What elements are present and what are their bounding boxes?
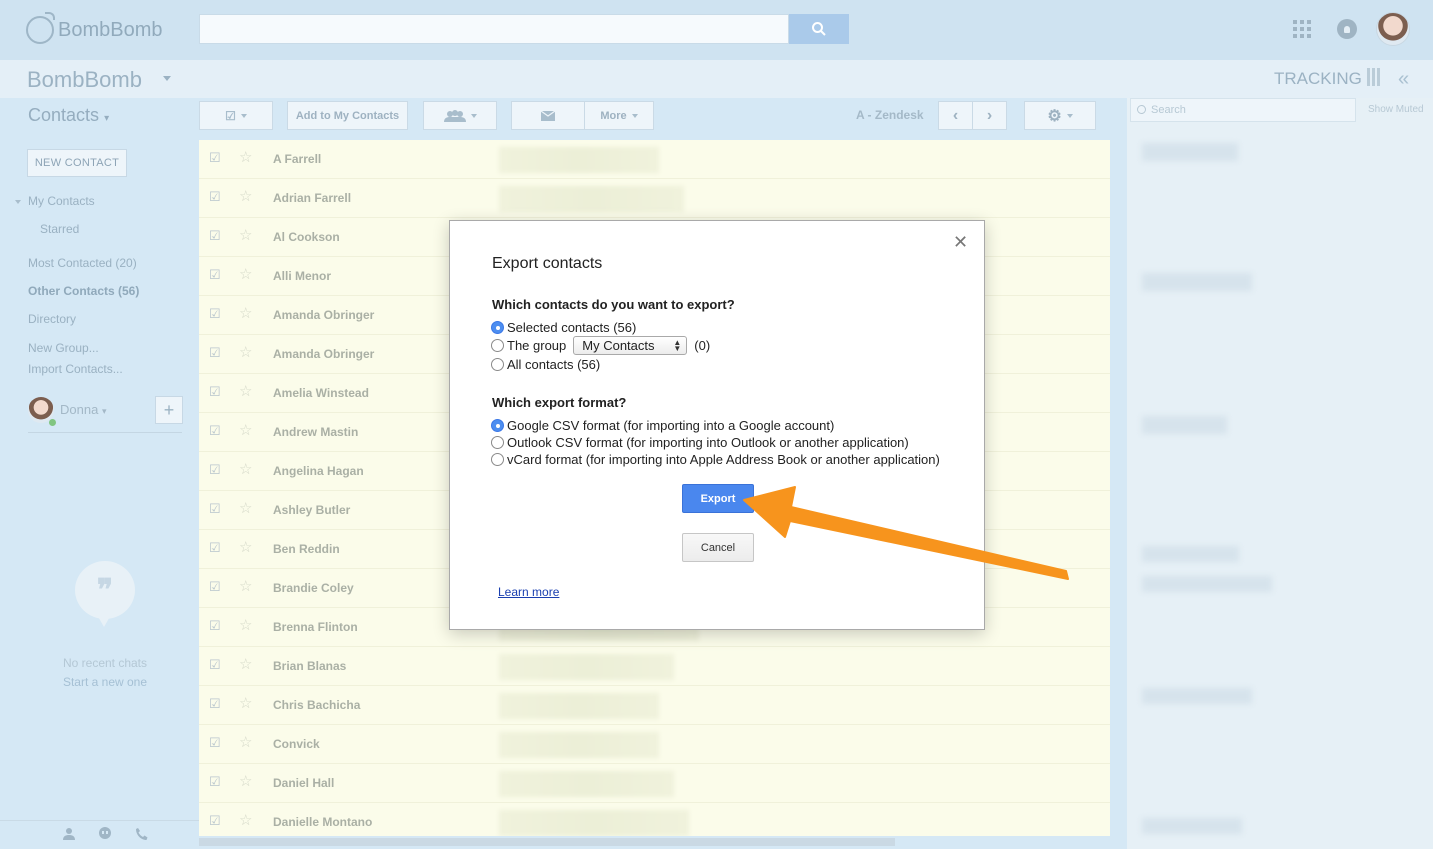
radio-group[interactable]	[491, 339, 504, 352]
learn-more-link[interactable]: Learn more	[498, 585, 559, 599]
option-vcard[interactable]: vCard format (for importing into Apple A…	[491, 452, 940, 467]
radio-vcard[interactable]	[491, 453, 504, 466]
option-group[interactable]: The group My Contacts ▲ ▼ (0)	[491, 336, 710, 355]
format-question: Which export format?	[492, 395, 627, 410]
radio-all-contacts[interactable]	[491, 358, 504, 371]
group-count: (0)	[694, 338, 711, 353]
option-label: All contacts (56)	[507, 357, 601, 372]
option-outlook-csv[interactable]: Outlook CSV format (for importing into O…	[491, 435, 909, 450]
option-label: Selected contacts (56)	[507, 320, 637, 335]
option-label: Outlook CSV format (for importing into O…	[507, 435, 909, 450]
export-button[interactable]: Export	[682, 484, 754, 513]
option-selected-contacts[interactable]: Selected contacts (56)	[491, 320, 636, 335]
option-google-csv[interactable]: Google CSV format (for importing into a …	[491, 418, 834, 433]
radio-google-csv[interactable]	[491, 419, 504, 432]
contacts-question: Which contacts do you want to export?	[492, 297, 735, 312]
radio-selected-contacts[interactable]	[491, 321, 504, 334]
group-select[interactable]: My Contacts ▲ ▼	[573, 336, 688, 355]
option-label: The group	[507, 338, 567, 353]
option-all-contacts[interactable]: All contacts (56)	[491, 357, 600, 372]
export-contacts-dialog: ✕ Export contacts Which contacts do you …	[449, 220, 985, 630]
cancel-button[interactable]: Cancel	[682, 533, 754, 562]
option-label: Google CSV format (for importing into a …	[507, 418, 835, 433]
dialog-title: Export contacts	[492, 255, 603, 272]
close-icon[interactable]: ✕	[953, 233, 968, 251]
option-label: vCard format (for importing into Apple A…	[507, 452, 940, 467]
radio-outlook-csv[interactable]	[491, 436, 504, 449]
select-arrows-icon: ▲ ▼	[673, 337, 682, 353]
group-select-value: My Contacts	[582, 338, 655, 353]
